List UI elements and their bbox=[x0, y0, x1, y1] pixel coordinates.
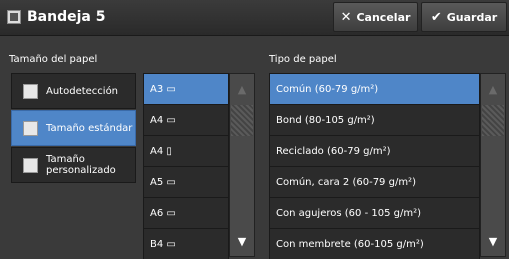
scroll-down-icon[interactable]: ▼ bbox=[230, 226, 254, 256]
list-item[interactable]: A6 ▭ bbox=[144, 198, 228, 229]
paper-type-scrollbar[interactable]: ▲ ▼ bbox=[480, 73, 506, 257]
tray-icon bbox=[7, 10, 21, 24]
option-label: Tamaño estándar bbox=[46, 122, 133, 134]
auto-detect-option[interactable]: Autodetección bbox=[11, 73, 136, 109]
list-item[interactable]: Con membrete (60-105 g/m²) bbox=[270, 229, 479, 259]
list-item[interactable]: A3 ▭ bbox=[144, 74, 228, 105]
paper-size-heading: Tamaño del papel bbox=[9, 54, 98, 65]
list-item[interactable]: Reciclado (60-79 g/m²) bbox=[270, 136, 479, 167]
scroll-up-icon[interactable]: ▲ bbox=[230, 74, 254, 104]
paper-type-list: Común (60-79 g/m²) Bond (80-105 g/m²) Re… bbox=[269, 73, 480, 259]
save-button[interactable]: ✔ Guardar bbox=[421, 2, 507, 32]
standard-size-option[interactable]: Tamaño estándar bbox=[11, 110, 136, 146]
close-icon: ✕ bbox=[340, 9, 352, 25]
custom-size-option[interactable]: Tamaño personalizado bbox=[11, 147, 136, 183]
checkmark-icon: ✔ bbox=[430, 9, 442, 25]
list-item[interactable]: A4 ▯ bbox=[144, 136, 228, 167]
paper-icon bbox=[23, 120, 38, 136]
scroll-up-icon[interactable]: ▲ bbox=[481, 74, 505, 104]
cancel-label: Cancelar bbox=[356, 10, 411, 24]
save-label: Guardar bbox=[446, 10, 498, 24]
list-item[interactable]: Común, cara 2 (60-79 g/m²) bbox=[270, 167, 479, 198]
list-item[interactable]: Común (60-79 g/m²) bbox=[270, 74, 479, 105]
scroll-down-icon[interactable]: ▼ bbox=[481, 226, 505, 256]
scroll-thumb[interactable] bbox=[482, 105, 504, 136]
option-label: Autodetección bbox=[46, 85, 119, 97]
page-title: Bandeja 5 bbox=[27, 9, 106, 25]
list-item[interactable]: A4 ▭ bbox=[144, 105, 228, 136]
paper-icon bbox=[23, 157, 38, 173]
title-bar: Bandeja 5 ✕ Cancelar ✔ Guardar bbox=[0, 0, 509, 36]
option-label: Tamaño personalizado bbox=[46, 154, 116, 176]
cancel-button[interactable]: ✕ Cancelar bbox=[333, 2, 418, 32]
paper-size-list: A3 ▭ A4 ▭ A4 ▯ A5 ▭ A6 ▭ B4 ▭ bbox=[143, 73, 229, 259]
paper-type-heading: Tipo de papel bbox=[269, 54, 337, 65]
paper-size-scrollbar[interactable]: ▲ ▼ bbox=[229, 73, 255, 257]
list-item[interactable]: Con agujeros (60 - 105 g/m²) bbox=[270, 198, 479, 229]
list-item[interactable]: B4 ▭ bbox=[144, 229, 228, 259]
paper-icon bbox=[23, 83, 38, 99]
scroll-thumb[interactable] bbox=[231, 105, 253, 136]
list-item[interactable]: Bond (80-105 g/m²) bbox=[270, 105, 479, 136]
list-item[interactable]: A5 ▭ bbox=[144, 167, 228, 198]
